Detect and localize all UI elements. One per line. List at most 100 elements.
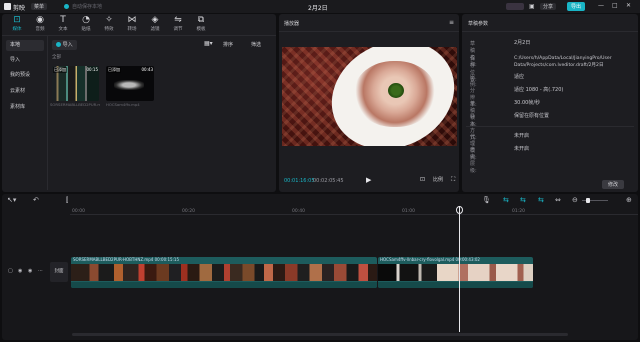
undo-icon[interactable]: ↶ xyxy=(33,197,39,204)
toolbar-audio[interactable]: ◉ 音频 xyxy=(29,15,51,33)
export-label: 导出 xyxy=(571,4,582,10)
microphone-icon[interactable]: 🎙 xyxy=(482,197,491,204)
sort-button[interactable]: 排序 xyxy=(223,41,233,48)
menu-button[interactable]: 菜单 xyxy=(31,3,48,10)
draft-title: 草稿参数 xyxy=(468,21,489,27)
cover-button[interactable]: 封面 xyxy=(50,262,68,282)
magnet-icon[interactable]: ⇆ xyxy=(503,197,509,204)
layout-icon[interactable]: ▣ xyxy=(529,3,535,10)
zoom-slider-handle[interactable] xyxy=(586,198,590,203)
toolbar-media[interactable]: ⊡ 媒体 xyxy=(6,15,28,33)
template-icon: ⧉ xyxy=(197,15,205,25)
media-clip-1-name: SORSERMABLLBED2PUR.mp4 xyxy=(50,102,100,107)
media-icon: ⊡ xyxy=(13,15,21,25)
text-icon: T xyxy=(60,15,66,25)
timeline-scrollbar[interactable] xyxy=(72,333,568,336)
timecode-current: 00:01:16:05 xyxy=(284,178,315,184)
play-icon[interactable]: ▶ xyxy=(366,176,371,184)
cover-label: 封面 xyxy=(54,269,64,274)
sidebar-item-import[interactable]: 导入 xyxy=(6,55,44,66)
app-name: 剪映 xyxy=(13,5,26,12)
garnish xyxy=(388,83,404,98)
draft-edit-button[interactable]: 修改 xyxy=(602,180,625,189)
sidebar-item-label: 素材库 xyxy=(10,104,26,110)
lock-track-icon[interactable]: ▢ xyxy=(8,268,13,275)
sidebar-item-library[interactable]: 素材库 xyxy=(6,102,44,113)
timecode-total: 00:02:05:45 xyxy=(313,178,344,184)
sidebar-item-cloud[interactable]: 云素材 xyxy=(6,86,44,97)
view-toggle-icon[interactable]: ▦▾ xyxy=(204,40,213,47)
maximize-icon[interactable]: □ xyxy=(612,2,618,9)
media-clip-2[interactable]: 已添加 00:43 xyxy=(106,66,154,101)
video-preview xyxy=(282,47,457,146)
clip-duration: 00:43 xyxy=(141,67,153,72)
clip-label: HOCSam4ffv-llnbar-cry-flovolgal.mp4 00:0… xyxy=(380,257,480,262)
zoom-out-icon[interactable]: ⊖ xyxy=(572,197,578,204)
toolbar-text[interactable]: T 文本 xyxy=(52,15,74,33)
effects-icon: ✧ xyxy=(105,15,113,25)
toolbar-transition[interactable]: ⋈ 转场 xyxy=(121,16,143,33)
timeline-clip-2[interactable]: HOCSam4ffv-llnbar-cry-flovolgal.mp4 00:0… xyxy=(378,257,533,288)
media-clip-1[interactable]: 已添加 00:15 xyxy=(52,66,99,101)
sticker-icon: ◔ xyxy=(82,15,90,25)
clip-duration: 00:15 xyxy=(86,67,98,72)
split-icon[interactable]: ⫿ xyxy=(66,197,68,204)
preview-axis-icon[interactable]: ⇆ xyxy=(538,197,544,204)
player-menu-icon[interactable]: ≡ xyxy=(449,19,454,26)
adjust-icon: ⇋ xyxy=(174,15,182,25)
link-icon[interactable]: ⇆ xyxy=(520,197,526,204)
close-icon[interactable]: ✕ xyxy=(626,2,631,9)
filter-button[interactable]: 筛选 xyxy=(251,41,261,48)
toolbar-adjust[interactable]: ⇋ 调节 xyxy=(167,15,189,33)
import-icon xyxy=(56,42,61,47)
ruler-label: 00:00 xyxy=(72,209,85,214)
sidebar-item-label: 我的预设 xyxy=(10,72,31,78)
more-track-icon[interactable]: ⋯ xyxy=(38,268,43,275)
player-title: 播放器 xyxy=(284,21,300,27)
clip-added-badge: 已添加 xyxy=(53,67,67,73)
autosave-status: 自动保存本地 xyxy=(72,4,103,10)
toolbar-template[interactable]: ⧉ 模板 xyxy=(190,15,212,33)
media-section-label: 全部 xyxy=(52,55,61,60)
timeline-clip-1[interactable]: SORSERMABLLBED2PUR-HOBTHNZ.mp4 00:00:15:… xyxy=(71,257,377,288)
zoom-fit-icon[interactable]: ⊕ xyxy=(626,197,632,204)
autosave-icon xyxy=(64,4,69,9)
clip-added-badge: 已添加 xyxy=(107,67,121,73)
title-bar: 剪映 菜单 自动保存本地 2月2日 ▣ 分享 导出 — □ ✕ xyxy=(0,0,640,13)
crop-icon[interactable]: ⊡ xyxy=(420,176,425,183)
audio-link-icon[interactable]: ⇔ xyxy=(555,197,561,204)
audio-icon: ◉ xyxy=(36,15,44,25)
ruler-label: 01:20 xyxy=(512,209,525,214)
project-title: 2月2日 xyxy=(308,5,328,12)
sidebar-item-label: 云素材 xyxy=(10,88,26,94)
media-clip-2-name: HOCSam4ffv.mp4 xyxy=(106,102,140,107)
playhead-handle[interactable] xyxy=(456,206,463,214)
toolbar-effects[interactable]: ✧ 特效 xyxy=(98,15,120,33)
sidebar-item-label: 本地 xyxy=(10,42,21,48)
toolbar-sticker[interactable]: ◔ 贴纸 xyxy=(75,15,97,33)
clip-thumbnail xyxy=(114,80,144,90)
share-button[interactable]: 分享 xyxy=(540,3,557,10)
ratio-button[interactable]: 比例 xyxy=(433,176,443,183)
pro-badge[interactable] xyxy=(506,3,524,10)
select-tool-icon[interactable]: ↖▾ xyxy=(7,197,16,204)
clip-label: SORSERMABLLBED2PUR-HOBTHNZ.mp4 00:00:15:… xyxy=(73,257,180,262)
export-button[interactable]: 导出 xyxy=(567,2,586,11)
import-button[interactable]: 导入 xyxy=(52,40,77,50)
draft-divider xyxy=(466,126,634,127)
sidebar-item-presets[interactable]: 我的预设 xyxy=(6,70,44,81)
hide-track-icon[interactable]: ◉ xyxy=(18,268,22,275)
import-label: 导入 xyxy=(62,42,73,48)
app-logo-icon xyxy=(4,3,11,10)
sidebar-divider xyxy=(47,36,48,190)
sidebar-item-local[interactable]: 本地 xyxy=(6,40,44,51)
fullscreen-icon[interactable]: ⛶ xyxy=(451,176,455,184)
playhead[interactable] xyxy=(459,206,460,332)
mute-track-icon[interactable]: ◉ xyxy=(28,268,32,275)
toolbar-filter[interactable]: ◈ 滤镜 xyxy=(144,15,166,33)
minimize-icon[interactable]: — xyxy=(598,2,604,9)
clip-audio-wave xyxy=(71,282,377,288)
filter-icon: ◈ xyxy=(151,15,159,25)
divider xyxy=(279,31,459,32)
sidebar-item-label: 导入 xyxy=(10,57,21,63)
